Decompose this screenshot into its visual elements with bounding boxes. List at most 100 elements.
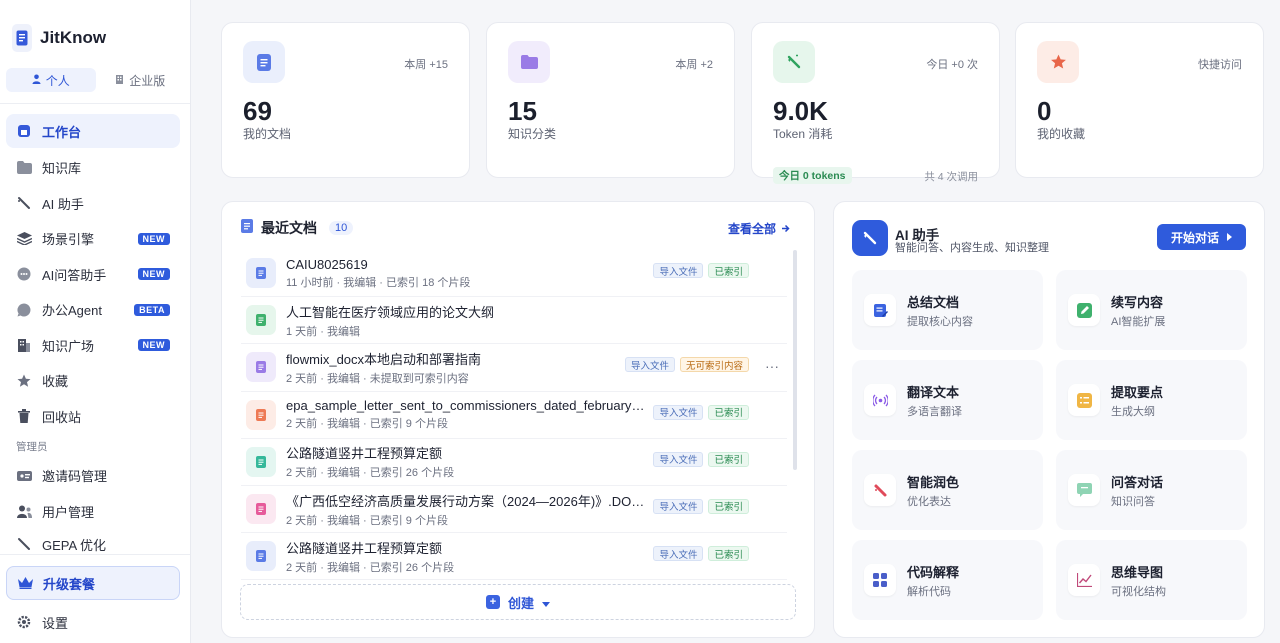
- stat-card-favorites[interactable]: 快捷访问 0 我的收藏: [1015, 22, 1264, 178]
- nav-item-ai-qa[interactable]: AI问答助手 NEW: [6, 257, 180, 293]
- nav-item-trash[interactable]: 回收站: [6, 399, 180, 435]
- summary-icon: [864, 294, 896, 326]
- ai-tool-card[interactable]: 思维导图 可视化结构: [1056, 540, 1247, 620]
- document-row[interactable]: CAIU8025619 11 小时前 · 我编辑 · 已索引 18 个片段 导入文件…: [241, 250, 787, 298]
- ai-tool-card[interactable]: 续写内容 AI智能扩展: [1056, 270, 1247, 350]
- no-index-tag: 无可索引内容: [679, 357, 749, 373]
- grid-icon: [864, 564, 896, 596]
- ai-tool-card[interactable]: 总结文档 提取核心内容: [852, 270, 1043, 350]
- chat-icon: [16, 266, 32, 282]
- ai-tools-grid: 总结文档 提取核心内容 续写内容 AI智能扩展 翻译文本 多语言翻译 提取要点 生成大纲智能润…: [852, 270, 1247, 620]
- upgrade-plan-button[interactable]: 升级套餐: [6, 566, 180, 600]
- ai-tool-text: 思维导图 可视化结构: [1111, 562, 1166, 599]
- document-text: epa_sample_letter_sent_to_commissioners_…: [286, 398, 646, 431]
- today-tokens-badge: 今日 0 tokens: [773, 167, 852, 184]
- ai-tool-subtitle: 优化表达: [907, 495, 951, 508]
- new-badge: NEW: [137, 339, 170, 352]
- nav-item-workbench[interactable]: 工作台: [6, 114, 180, 148]
- ai-tool-card[interactable]: 代码解释 解析代码: [852, 540, 1043, 620]
- nav-item-label: 收藏: [42, 374, 69, 390]
- stat-card-documents[interactable]: 本周 +15 69 我的文档: [221, 22, 470, 178]
- sidebar-divider: [0, 554, 190, 555]
- arrow-right-icon: [782, 222, 790, 236]
- translate-icon: [864, 384, 896, 416]
- ai-tool-card[interactable]: 提取要点 生成大纲: [1056, 360, 1247, 440]
- settings-button[interactable]: 设置: [6, 606, 180, 638]
- document-row[interactable]: 人工智能在医疗领域应用的论文大纲 1 天前 · 我编辑: [241, 297, 787, 345]
- document-row[interactable]: flowmix_docx本地启动和部署指南 2 天前 · 我编辑 · 未提取到可索…: [241, 344, 787, 392]
- document-meta: 2 天前 · 我编辑 · 已索引 26 个片段: [286, 467, 455, 480]
- indexed-tag: 已索引: [708, 451, 749, 467]
- mode-enterprise-button[interactable]: 企业版: [96, 68, 186, 92]
- stat-value: 9.0K: [773, 96, 828, 126]
- indexed-tag: 已索引: [708, 546, 749, 562]
- app-name: JitKnow: [40, 28, 107, 47]
- nav-item-user-management[interactable]: 用户管理: [6, 494, 180, 530]
- nav-item-label: 知识库: [42, 161, 82, 177]
- document-text: flowmix_docx本地启动和部署指南 2 天前 · 我编辑 · 未提取到可索…: [286, 349, 646, 386]
- brand[interactable]: JitKnow: [12, 24, 106, 52]
- mode-enterprise-label: 企业版: [129, 73, 166, 88]
- stat-value: 69: [243, 96, 272, 126]
- magic-wand-icon: [16, 195, 32, 211]
- document-row[interactable]: 《广西低空经济高质量发展行动方案（2024—2026年)》.DOCX 2 天前 ·…: [241, 486, 787, 534]
- ai-tool-text: 问答对话 知识问答: [1111, 472, 1163, 509]
- document-row[interactable]: 公路隧道竖井工程预算定额 2 天前 · 我编辑 · 已索引 26 个片段 导入文件已…: [241, 439, 787, 486]
- view-all-link[interactable]: 查看全部: [728, 220, 790, 237]
- ai-tool-card[interactable]: 问答对话 知识问答: [1056, 450, 1247, 530]
- recent-documents-header: 最近文档 10: [241, 218, 354, 238]
- ai-tool-title: 提取要点: [1111, 384, 1164, 400]
- ai-tool-title: 翻译文本: [907, 384, 960, 400]
- nav-item-office-agent[interactable]: 办公Agent BETA: [6, 292, 180, 328]
- nav-item-label: AI问答助手: [42, 267, 107, 283]
- upgrade-label: 升级套餐: [43, 576, 96, 592]
- nav-item-ai-assistant[interactable]: AI 助手: [6, 186, 180, 222]
- stat-meta: 今日 +0 次: [926, 59, 978, 71]
- stat-meta: 本周 +2: [675, 59, 713, 71]
- arrow-right-icon: [1227, 230, 1232, 244]
- nav-item-invite-codes[interactable]: 邀请码管理: [6, 458, 180, 494]
- wand-icon: [16, 536, 32, 552]
- document-title: CAIU8025619: [286, 256, 368, 272]
- nav-item-label: 知识广场: [42, 338, 95, 354]
- document-title: epa_sample_letter_sent_to_commissioners_…: [286, 398, 646, 414]
- ai-tool-card[interactable]: 翻译文本 多语言翻译: [852, 360, 1043, 440]
- plus-icon: +: [485, 595, 500, 609]
- nav-item-label: 工作台: [42, 124, 82, 140]
- stat-card-tokens[interactable]: 今日 +0 次 9.0K Token 消耗 今日 0 tokens 共 4 次调…: [751, 22, 1000, 184]
- ai-assistant-subtitle: 智能问答、内容生成、知识整理: [895, 242, 1049, 254]
- total-calls: 共 4 次调用: [924, 171, 978, 183]
- document-meta: 2 天前 · 我编辑 · 已索引 9 个片段: [286, 514, 448, 527]
- chart-icon: [1068, 564, 1100, 596]
- document-icon: [246, 446, 276, 477]
- ai-tool-card[interactable]: 智能润色 优化表达: [852, 450, 1043, 530]
- ai-tool-title: 续写内容: [1111, 294, 1164, 310]
- nav-item-knowledge-square[interactable]: 知识广场 NEW: [6, 328, 180, 364]
- ai-tool-text: 智能润色 优化表达: [907, 472, 959, 509]
- mode-switch: 个人 企业版: [6, 68, 185, 92]
- indexed-tag: 已索引: [708, 263, 749, 278]
- document-title: 公路隧道竖井工程预算定额: [286, 446, 443, 462]
- document-meta: 2 天前 · 我编辑 · 未提取到可索引内容: [286, 372, 469, 385]
- users-icon: [16, 503, 32, 519]
- nav-item-scene-engine[interactable]: 场景引擎 NEW: [6, 221, 180, 257]
- stat-card-categories[interactable]: 本周 +2 15 知识分类: [486, 22, 735, 178]
- nav-item-favorites[interactable]: 收藏: [6, 363, 180, 399]
- nav-item-label: AI 助手: [42, 196, 84, 212]
- document-row[interactable]: epa_sample_letter_sent_to_commissioners_…: [241, 392, 787, 439]
- more-options-icon[interactable]: ···: [765, 358, 779, 374]
- document-tags: 导入文件 无可索引内容: [624, 357, 749, 373]
- ai-assistant-logo-icon: [852, 220, 888, 256]
- ai-tool-title: 代码解释: [907, 564, 960, 580]
- mode-personal-label: 个人: [45, 73, 70, 88]
- document-title: flowmix_docx本地启动和部署指南: [286, 351, 482, 367]
- building-icon: [16, 337, 32, 353]
- document-row[interactable]: 公路隧道竖井工程预算定额 2 天前 · 我编辑 · 已索引 26 个片段 导入文件已…: [241, 533, 787, 581]
- admin-section-heading: 管理员: [16, 441, 48, 453]
- nav-item-knowledge-base[interactable]: 知识库: [6, 150, 180, 186]
- mode-personal-button[interactable]: 个人: [6, 68, 96, 92]
- scrollbar[interactable]: [793, 250, 797, 470]
- create-button[interactable]: + 创建: [240, 584, 796, 620]
- folder-icon: [16, 160, 32, 176]
- start-chat-button[interactable]: 开始对话: [1157, 224, 1246, 250]
